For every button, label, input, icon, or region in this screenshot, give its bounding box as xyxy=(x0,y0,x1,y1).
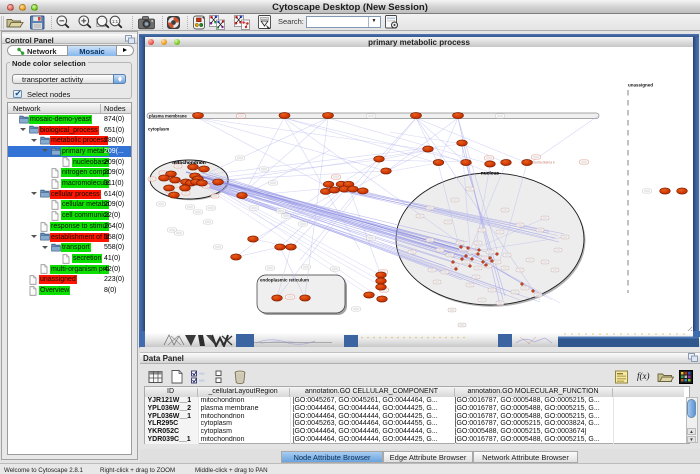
svg-text:endoplasmic reticulum: endoplasmic reticulum xyxy=(260,277,309,282)
svg-text:plasma membrane: plasma membrane xyxy=(149,113,187,118)
svg-text:la bla bla blab la b: la bla bla blab la b xyxy=(529,161,555,165)
svg-text:1:1: 1:1 xyxy=(112,19,119,24)
svg-text:cytoplasm: cytoplasm xyxy=(148,126,169,131)
svg-text:mitochondrion: mitochondrion xyxy=(172,160,206,166)
svg-text:unassigned: unassigned xyxy=(628,83,653,88)
svg-text:nucleus: nucleus xyxy=(481,170,499,176)
